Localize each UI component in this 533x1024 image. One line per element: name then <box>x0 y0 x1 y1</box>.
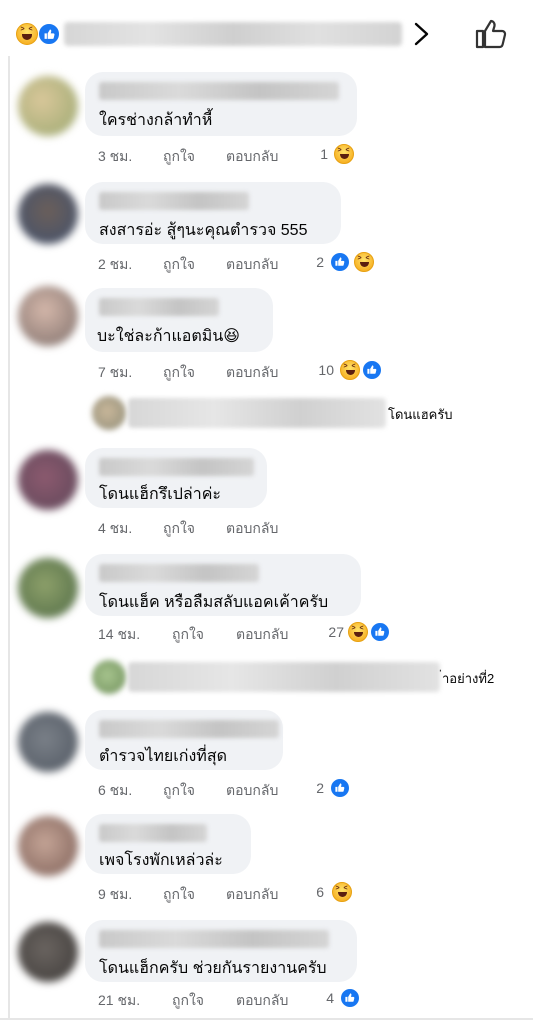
timestamp[interactable]: 21 ชม. <box>98 990 140 1012</box>
comment-bubble: เพจโรงพักเหล่วล่ะ <box>85 814 251 874</box>
avatar[interactable] <box>18 922 78 982</box>
redacted-names <box>64 22 402 46</box>
reply-preview[interactable]: ่าอย่างที่2 <box>0 656 533 696</box>
reaction-count[interactable]: 10 <box>304 362 334 378</box>
haha-icon <box>348 622 368 642</box>
comment-text: ตำรวจไทยเก่งที่สุด <box>99 748 227 765</box>
reaction-count[interactable]: 6 <box>298 884 324 900</box>
author-name[interactable] <box>99 720 279 738</box>
timestamp[interactable]: 7 ชม. <box>98 362 132 384</box>
avatar <box>92 660 126 694</box>
comment-text: สงสารอ่ะ สู้ๆนะคุณตำรวจ 555 <box>99 222 308 239</box>
timestamp[interactable]: 6 ชม. <box>98 780 132 802</box>
comment-text: ใครช่างกล้าทำหี้ <box>99 112 213 129</box>
haha-icon <box>334 144 354 164</box>
author-name[interactable] <box>99 298 219 316</box>
comment-bubble: ตำรวจไทยเก่งที่สุด <box>85 710 283 770</box>
reply-button[interactable]: ตอบกลับ <box>226 884 278 906</box>
thumbs-up-icon[interactable] <box>474 18 508 50</box>
author-name[interactable] <box>99 564 259 582</box>
author-name[interactable] <box>99 458 254 476</box>
comment-bubble: โดนแฮ็กครับ ช่วยกันรายงานครับ <box>85 920 357 982</box>
redacted-reply <box>128 662 440 692</box>
reply-text: โดนแฮครับ <box>388 407 453 422</box>
reply-preview[interactable]: โดนแฮครับ <box>0 392 533 432</box>
like-button[interactable]: ถูกใจ <box>163 254 195 276</box>
avatar[interactable] <box>18 184 78 244</box>
comment-text: โดนแฮ็กรึเปล่าค่ะ <box>99 486 221 503</box>
reply-button[interactable]: ตอบกลับ <box>236 990 288 1012</box>
haha-icon <box>354 252 374 272</box>
haha-icon <box>340 360 360 380</box>
like-icon <box>370 622 390 642</box>
reaction-count[interactable]: 4 <box>308 990 334 1006</box>
author-name[interactable] <box>99 824 207 842</box>
like-button[interactable]: ถูกใจ <box>163 146 195 168</box>
haha-icon <box>332 882 352 902</box>
like-icon <box>38 23 60 45</box>
reaction-count[interactable]: 2 <box>298 780 324 796</box>
avatar <box>92 396 126 430</box>
comment-bubble: บะใช่ละก้าแอตมิน😆 <box>85 288 273 352</box>
author-name[interactable] <box>99 930 329 948</box>
avatar[interactable] <box>18 76 78 136</box>
timestamp[interactable]: 2 ชม. <box>98 254 132 276</box>
comment-text: บะใช่ละก้าแอตมิน😆 <box>97 328 240 345</box>
like-button[interactable]: ถูกใจ <box>163 780 195 802</box>
like-button[interactable]: ถูกใจ <box>163 884 195 906</box>
bottom-divider <box>0 1018 533 1020</box>
avatar[interactable] <box>18 558 78 618</box>
avatar[interactable] <box>18 286 78 346</box>
timestamp[interactable]: 3 ชม. <box>98 146 132 168</box>
comment-bubble: ใครช่างกล้าทำหี้ <box>85 72 357 136</box>
reply-button[interactable]: ตอบกลับ <box>226 254 278 276</box>
reaction-count[interactable]: 1 <box>300 146 328 162</box>
comment-text: โดนแฮ็กครับ ช่วยกันรายงานครับ <box>99 960 327 977</box>
comment-text: เพจโรงพักเหล่วล่ะ <box>99 852 223 869</box>
post-header <box>0 0 533 60</box>
like-button[interactable]: ถูกใจ <box>163 362 195 384</box>
timestamp[interactable]: 9 ชม. <box>98 884 132 906</box>
comment-text: โดนแฮ็ค หรือลืมสลับแอคเค้าครับ <box>99 594 329 611</box>
reply-button[interactable]: ตอบกลับ <box>226 146 278 168</box>
avatar[interactable] <box>18 450 78 510</box>
like-icon <box>362 360 382 380</box>
like-button[interactable]: ถูกใจ <box>172 624 204 646</box>
thread-line <box>8 56 10 1020</box>
reply-button[interactable]: ตอบกลับ <box>226 780 278 802</box>
chevron-right-icon[interactable] <box>410 20 432 48</box>
timestamp[interactable]: 14 ชม. <box>98 624 140 646</box>
like-icon <box>340 988 360 1008</box>
reaction-count[interactable]: 2 <box>296 254 324 270</box>
reply-button[interactable]: ตอบกลับ <box>236 624 288 646</box>
avatar[interactable] <box>18 816 78 876</box>
comment-bubble: โดนแฮ็กรึเปล่าค่ะ <box>85 448 267 508</box>
like-icon <box>330 252 350 272</box>
timestamp[interactable]: 4 ชม. <box>98 518 132 540</box>
author-name[interactable] <box>99 192 249 210</box>
author-name[interactable] <box>99 82 339 100</box>
reply-button[interactable]: ตอบกลับ <box>226 518 278 540</box>
comment-bubble: โดนแฮ็ค หรือลืมสลับแอคเค้าครับ <box>85 554 361 616</box>
reply-button[interactable]: ตอบกลับ <box>226 362 278 384</box>
comment-bubble: สงสารอ่ะ สู้ๆนะคุณตำรวจ 555 <box>85 182 341 244</box>
like-button[interactable]: ถูกใจ <box>163 518 195 540</box>
like-button[interactable]: ถูกใจ <box>172 990 204 1012</box>
haha-icon <box>16 23 38 45</box>
like-icon <box>330 778 350 798</box>
redacted-reply <box>128 398 386 428</box>
reaction-count[interactable]: 27 <box>314 624 344 640</box>
avatar[interactable] <box>18 712 78 772</box>
reply-text: ่าอย่างที่2 <box>442 671 495 686</box>
